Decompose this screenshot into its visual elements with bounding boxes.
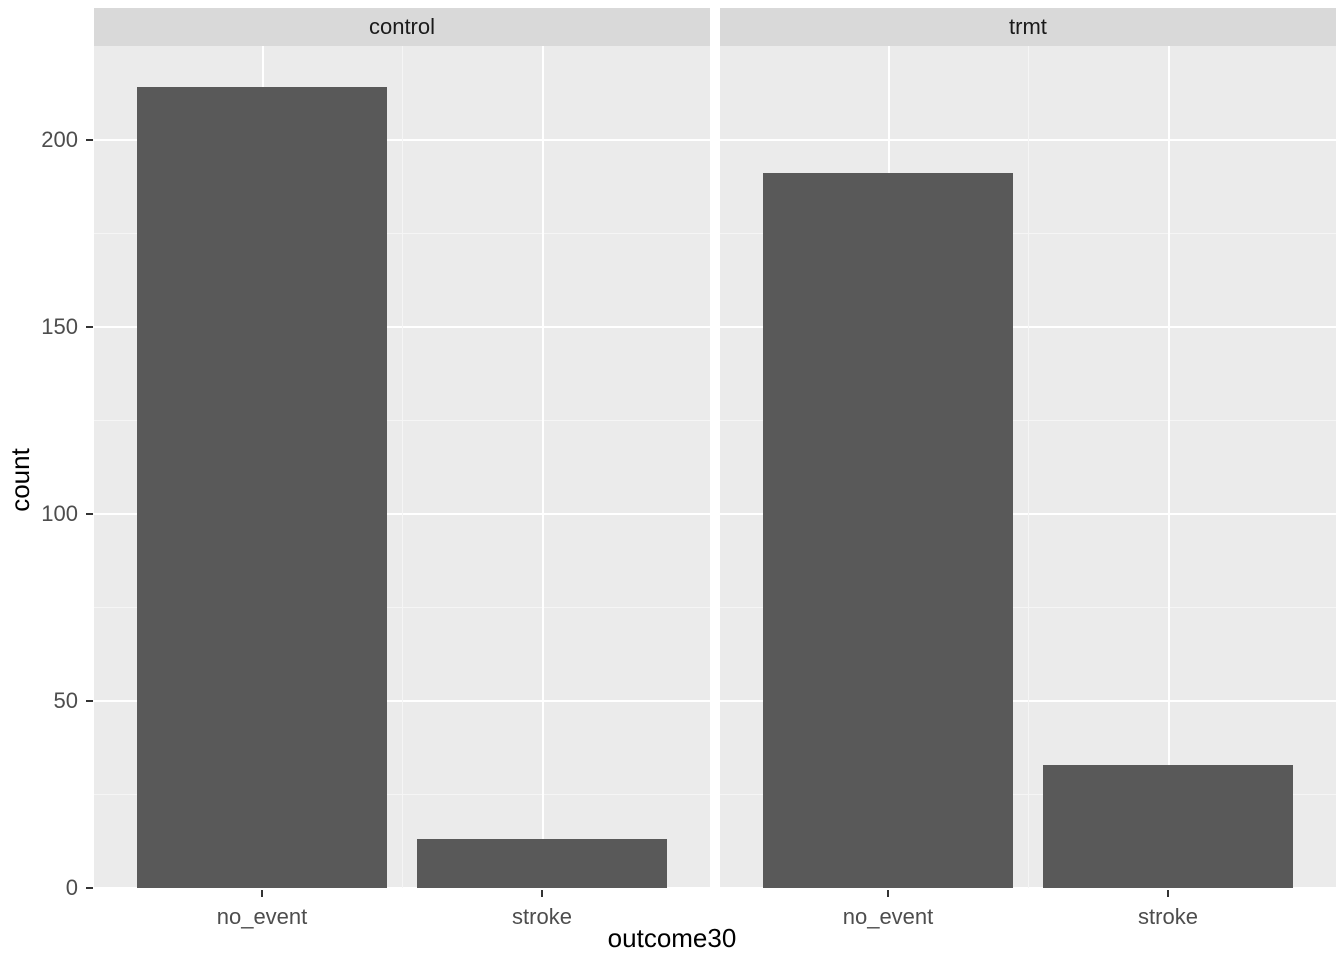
bar [763,173,1013,888]
y-tick-mark [86,513,93,515]
bar [417,839,667,888]
x-tick-mark [1167,890,1169,897]
y-tick-mark [86,139,93,141]
facet-panel-trmt [720,46,1336,888]
grid-line-minor [1168,46,1170,888]
y-tick-mark [86,700,93,702]
facet-strip-trmt: trmt [720,8,1336,46]
x-tick-label: stroke [512,904,572,930]
grid-line-minor [1028,46,1029,888]
grid-line-minor [542,46,544,888]
x-tick-label: stroke [1138,904,1198,930]
y-tick-label: 150 [0,314,78,340]
y-tick-label: 50 [0,688,78,714]
facet-label: control [369,14,435,40]
y-tick-label: 200 [0,127,78,153]
x-axis-label: outcome30 [608,923,737,954]
facet-panel-control [94,46,710,888]
facet-label: trmt [1009,14,1047,40]
y-tick-mark [86,887,93,889]
y-tick-label: 100 [0,501,78,527]
x-tick-label: no_event [217,904,308,930]
x-tick-mark [887,890,889,897]
facet-strip-control: control [94,8,710,46]
bar [137,87,387,888]
x-tick-mark [261,890,263,897]
y-tick-mark [86,326,93,328]
x-tick-mark [541,890,543,897]
faceted-bar-chart: count outcome30 control trmt 0 50 100 15… [0,0,1344,960]
x-tick-label: no_event [843,904,934,930]
y-tick-label: 0 [0,875,78,901]
grid-line-minor [402,46,403,888]
bar [1043,765,1293,888]
